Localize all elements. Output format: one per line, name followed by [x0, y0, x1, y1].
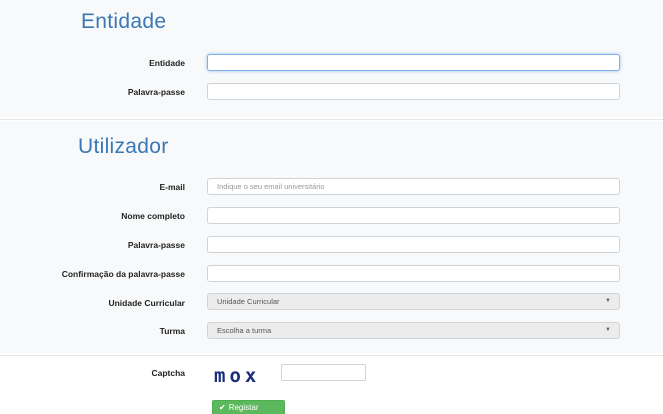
- entidade-title: Entidade: [81, 10, 167, 33]
- section-divider: [0, 355, 663, 356]
- captcha-label: Captcha: [151, 368, 185, 378]
- class-label: Turma: [159, 326, 185, 336]
- caret-down-icon: ▼: [605, 298, 611, 304]
- check-icon: ✔: [219, 403, 226, 412]
- entidade-password-input[interactable]: [207, 83, 620, 100]
- class-select[interactable]: Escolha a turma ▼: [207, 322, 620, 339]
- entidade-input[interactable]: [207, 54, 620, 71]
- course-unit-label: Unidade Curricular: [108, 298, 185, 308]
- captcha-image: mox: [214, 365, 261, 387]
- entidade-label: Entidade: [149, 58, 185, 68]
- section-divider: [0, 119, 663, 120]
- course-unit-selected-value: Unidade Curricular: [217, 297, 280, 306]
- register-button[interactable]: ✔ Registar: [212, 400, 285, 414]
- email-label: E-mail: [159, 182, 185, 192]
- password-label: Palavra-passe: [127, 240, 185, 250]
- fullname-input[interactable]: [207, 207, 620, 224]
- class-selected-value: Escolha a turma: [217, 326, 272, 335]
- fullname-label: Nome completo: [121, 211, 185, 221]
- register-button-label: Registar: [228, 403, 259, 412]
- confirm-password-input[interactable]: [207, 265, 620, 282]
- entidade-password-label: Palavra-passe: [127, 87, 185, 97]
- utilizador-title: Utilizador: [78, 135, 169, 158]
- password-input[interactable]: [207, 236, 620, 253]
- email-input[interactable]: Indique o seu email universitário: [207, 178, 620, 195]
- caret-down-icon: ▼: [605, 327, 611, 333]
- captcha-input[interactable]: [281, 364, 366, 381]
- course-unit-select[interactable]: Unidade Curricular ▼: [207, 293, 620, 310]
- confirm-password-label: Confirmação da palavra-passe: [61, 269, 185, 279]
